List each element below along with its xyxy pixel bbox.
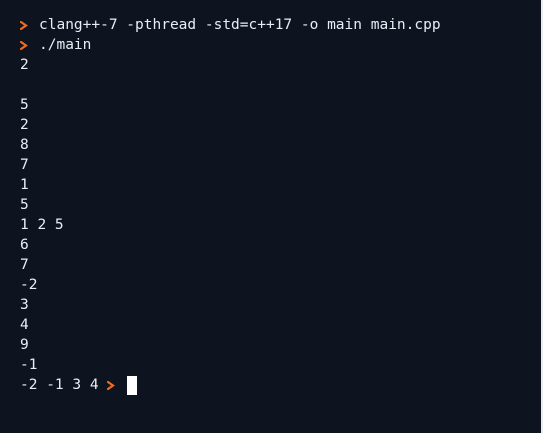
output-line: 1 2 5 [20, 217, 64, 233]
terminal-output: clang++-7 -pthread -std=c++17 -o main ma… [20, 15, 441, 395]
command-text: clang++-7 -pthread -std=c++17 -o main ma… [39, 17, 441, 33]
output-line: 9 [20, 337, 29, 353]
output-line: 6 [20, 237, 29, 253]
text-cursor[interactable] [126, 375, 137, 395]
terminal-window[interactable]: clang++-7 -pthread -std=c++17 -o main ma… [0, 0, 543, 433]
output-text: -2 -1 3 4 [20, 377, 99, 393]
output-line: 7 [20, 157, 29, 173]
output-line: 1 [20, 177, 29, 193]
output-line: 8 [20, 137, 29, 153]
prompt-chevron-icon [106, 375, 115, 395]
output-line: 3 [20, 297, 29, 313]
prompt-chevron-icon [20, 35, 28, 55]
command-line: clang++-7 -pthread -std=c++17 -o main ma… [20, 15, 441, 35]
output-line: 4 [20, 317, 29, 333]
input-line[interactable]: -2 -1 3 4 [20, 375, 441, 395]
output-line: 2 [20, 117, 29, 133]
output-line: -1 [20, 357, 38, 373]
output-line: 7 [20, 257, 29, 273]
prompt-chevron-icon [20, 15, 28, 35]
output-line: 5 [20, 197, 29, 213]
output-line: 5 [20, 97, 29, 113]
output-line: -2 [20, 277, 38, 293]
